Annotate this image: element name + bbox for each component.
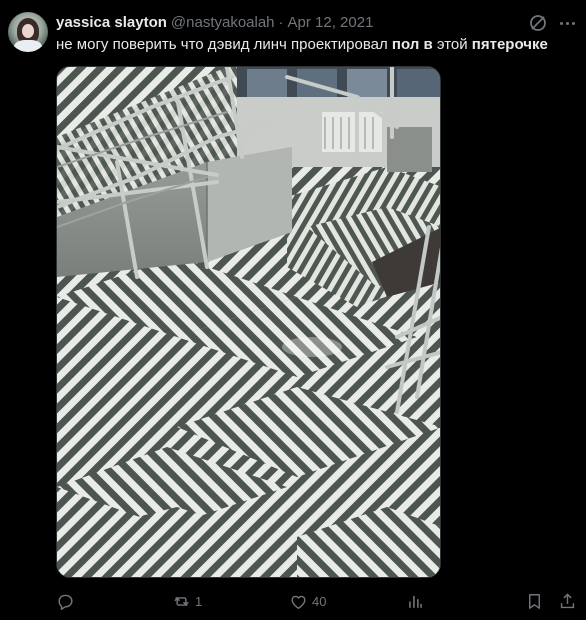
avatar-body [14,40,42,52]
bookmark-button[interactable] [525,590,544,612]
display-name[interactable]: yassica slayton [56,14,167,31]
tweet-text-part1: не могу поверить что дэвид линч проектир… [56,36,392,53]
tweet-header: yassica slayton @nastyakoalah · Apr 12, … [56,12,373,32]
repost-count: 1 [195,593,203,609]
avatar[interactable] [8,12,48,52]
tweet[interactable]: yassica slayton @nastyakoalah · Apr 12, … [0,0,586,620]
heart-icon [291,595,306,609]
share-icon [560,592,575,608]
reply-button[interactable] [56,590,79,612]
views-button[interactable] [406,590,429,612]
tweet-text-bold1: пол в [391,36,433,53]
tweet-date[interactable]: Apr 12, 2021 [288,14,374,31]
action-bar: 1 40 [56,590,586,612]
tweet-text: не могу поверить что дэвид линч проектир… [56,35,548,55]
repost-button[interactable]: 1 [172,590,202,612]
tweet-text-part2: этой [432,36,472,53]
bookmark-icon [529,593,540,609]
tweet-photo[interactable] [56,66,441,578]
reply-icon [58,594,73,610]
share-button[interactable] [558,590,577,612]
more-icon[interactable] [556,12,578,34]
grok-icon[interactable] [528,13,548,33]
views-icon [409,595,422,608]
user-handle[interactable]: @nastyakoalah [171,14,275,31]
header-separator: · [278,13,284,31]
floor-photo-illustration [57,67,440,577]
repost-icon [174,596,189,606]
like-button[interactable]: 40 [289,590,326,612]
like-count: 40 [312,593,327,609]
avatar-face [22,24,34,38]
tweet-text-bold2: пятерочке [471,36,548,53]
